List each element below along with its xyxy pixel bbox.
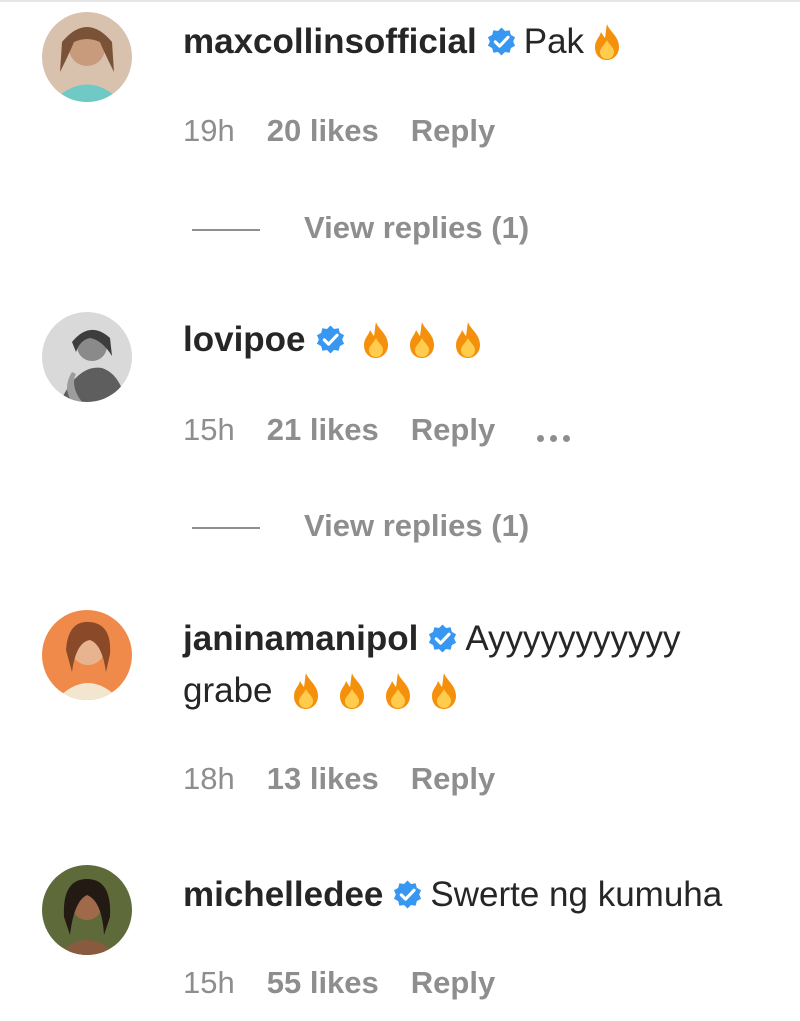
comment-body: michelledee Swerte ng kumuha bbox=[183, 868, 722, 922]
comment-username[interactable]: maxcollinsofficial bbox=[183, 22, 477, 61]
top-divider bbox=[0, 0, 800, 2]
comment-likes[interactable]: 13 likes bbox=[267, 761, 379, 796]
comment-body: lovipoe bbox=[183, 313, 491, 367]
comment-meta: 15h 21 likes Reply bbox=[183, 412, 608, 450]
comment-text: Ayyyyyyyyyyy bbox=[465, 619, 681, 658]
comment-body-line2: grabe bbox=[183, 664, 467, 718]
view-replies-label: View replies (1) bbox=[304, 210, 530, 245]
reply-button[interactable]: Reply bbox=[411, 113, 495, 148]
fire-emoji-icon bbox=[291, 672, 321, 710]
avatar[interactable] bbox=[42, 312, 132, 402]
verified-badge-icon bbox=[427, 623, 458, 654]
comment-text: Pak bbox=[523, 22, 585, 61]
comment-meta: 19h 20 likes Reply bbox=[183, 113, 527, 149]
view-replies-label: View replies (1) bbox=[304, 508, 530, 543]
fire-emoji-icon bbox=[592, 23, 622, 61]
comment-likes[interactable]: 55 likes bbox=[267, 965, 379, 1000]
reply-button[interactable]: Reply bbox=[411, 412, 495, 447]
reply-button[interactable]: Reply bbox=[411, 965, 495, 1000]
reply-button[interactable]: Reply bbox=[411, 761, 495, 796]
fire-emoji-icon bbox=[453, 321, 483, 359]
more-options-icon[interactable] bbox=[537, 414, 576, 450]
comment-username[interactable]: lovipoe bbox=[183, 320, 306, 359]
comment-meta: 15h 55 likes Reply bbox=[183, 965, 527, 1001]
fire-emoji-icon bbox=[337, 672, 367, 710]
comment-meta: 18h 13 likes Reply bbox=[183, 761, 527, 797]
comment-body: maxcollinsofficial Pak bbox=[183, 15, 630, 69]
comment-likes[interactable]: 20 likes bbox=[267, 113, 379, 148]
verified-badge-icon bbox=[315, 324, 346, 355]
comment-timestamp[interactable]: 15h bbox=[183, 965, 235, 1000]
verified-badge-icon bbox=[392, 879, 423, 910]
fire-emoji-icon bbox=[407, 321, 437, 359]
comment-timestamp[interactable]: 15h bbox=[183, 412, 235, 447]
comment-likes[interactable]: 21 likes bbox=[267, 412, 379, 447]
comment-timestamp[interactable]: 18h bbox=[183, 761, 235, 796]
comment-text: Swerte ng kumuha bbox=[430, 875, 723, 914]
comment-body: janinamanipol Ayyyyyyyyyyy bbox=[183, 612, 681, 666]
comment-username[interactable]: janinamanipol bbox=[183, 619, 418, 658]
comment-timestamp[interactable]: 19h bbox=[183, 113, 235, 148]
comment-username[interactable]: michelledee bbox=[183, 875, 383, 914]
verified-badge-icon bbox=[486, 26, 517, 57]
comment-text-continued: grabe bbox=[183, 671, 273, 710]
avatar[interactable] bbox=[42, 12, 132, 102]
fire-emoji-icon bbox=[383, 672, 413, 710]
view-replies-button[interactable]: View replies (1) bbox=[192, 210, 529, 246]
avatar[interactable] bbox=[42, 865, 132, 955]
avatar[interactable] bbox=[42, 610, 132, 700]
view-replies-button[interactable]: View replies (1) bbox=[192, 508, 529, 544]
fire-emoji-icon bbox=[429, 672, 459, 710]
replies-divider bbox=[192, 526, 260, 529]
replies-divider bbox=[192, 228, 260, 231]
fire-emoji-icon bbox=[361, 321, 391, 359]
